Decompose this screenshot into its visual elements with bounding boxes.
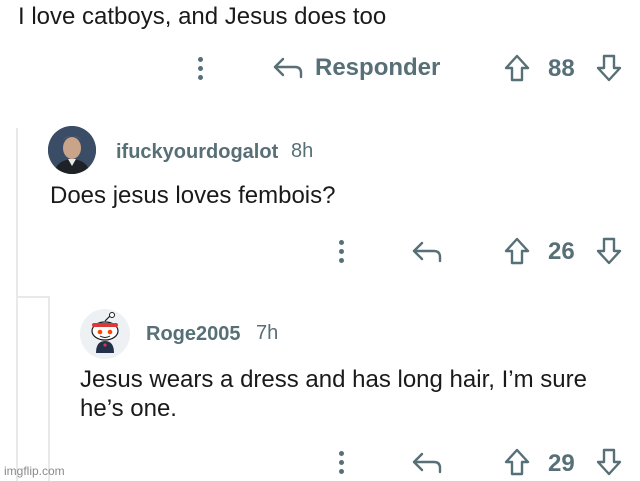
avatar[interactable] — [48, 126, 96, 174]
thread-line-connector — [16, 296, 50, 298]
downvote-arrow-icon — [596, 237, 622, 265]
reply-label: Responder — [315, 54, 441, 81]
upvote-arrow-icon — [504, 237, 530, 265]
reply2-more-button[interactable] — [331, 447, 351, 477]
downvote-arrow-icon — [596, 448, 622, 476]
reddit-snoo-avatar-icon — [80, 309, 130, 359]
top-comment-upvote-button[interactable] — [502, 53, 532, 83]
kebab-icon — [338, 239, 344, 245]
reply-arrow-icon — [273, 57, 303, 79]
top-comment-downvote-button[interactable] — [594, 53, 624, 83]
reply-arrow-icon — [412, 452, 442, 474]
comment-text: Does jesus loves fembois? — [50, 182, 336, 209]
top-comment-more-button[interactable] — [190, 53, 210, 83]
comment-age: 7h — [256, 322, 279, 344]
reply1-more-button[interactable] — [331, 236, 351, 266]
username[interactable]: ifuckyourdogalot — [116, 141, 278, 164]
reply2-upvote-button[interactable] — [502, 447, 532, 477]
thread-line-level-1[interactable] — [16, 128, 18, 481]
reply1-reply-button[interactable] — [410, 238, 444, 266]
comment-text-line-2: he’s one. — [80, 395, 177, 422]
reply-arrow-icon — [412, 241, 442, 263]
comment-age: 8h — [291, 140, 314, 162]
upvote-arrow-icon — [504, 54, 530, 82]
top-comment-reply-button[interactable]: Responder — [273, 52, 440, 84]
username[interactable]: Roge2005 — [146, 323, 241, 346]
upvote-arrow-icon — [504, 448, 530, 476]
watermark: imgflip.com — [4, 464, 65, 478]
kebab-icon — [338, 450, 344, 456]
reply2-downvote-button[interactable] — [594, 447, 624, 477]
kebab-icon — [197, 56, 203, 62]
top-comment-score: 88 — [548, 55, 575, 82]
reply1-score: 26 — [548, 238, 575, 265]
reply2-score: 29 — [548, 450, 575, 477]
comment-text-line-1: Jesus wears a dress and has long hair, I… — [80, 366, 587, 393]
user-photo-avatar-icon — [48, 126, 96, 174]
thread-line-level-2[interactable] — [48, 296, 50, 481]
reply1-upvote-button[interactable] — [502, 236, 532, 266]
top-comment-text: I love catboys, and Jesus does too — [18, 3, 387, 30]
reply1-downvote-button[interactable] — [594, 236, 624, 266]
downvote-arrow-icon — [596, 54, 622, 82]
avatar[interactable] — [80, 309, 130, 359]
reply2-reply-button[interactable] — [410, 449, 444, 477]
